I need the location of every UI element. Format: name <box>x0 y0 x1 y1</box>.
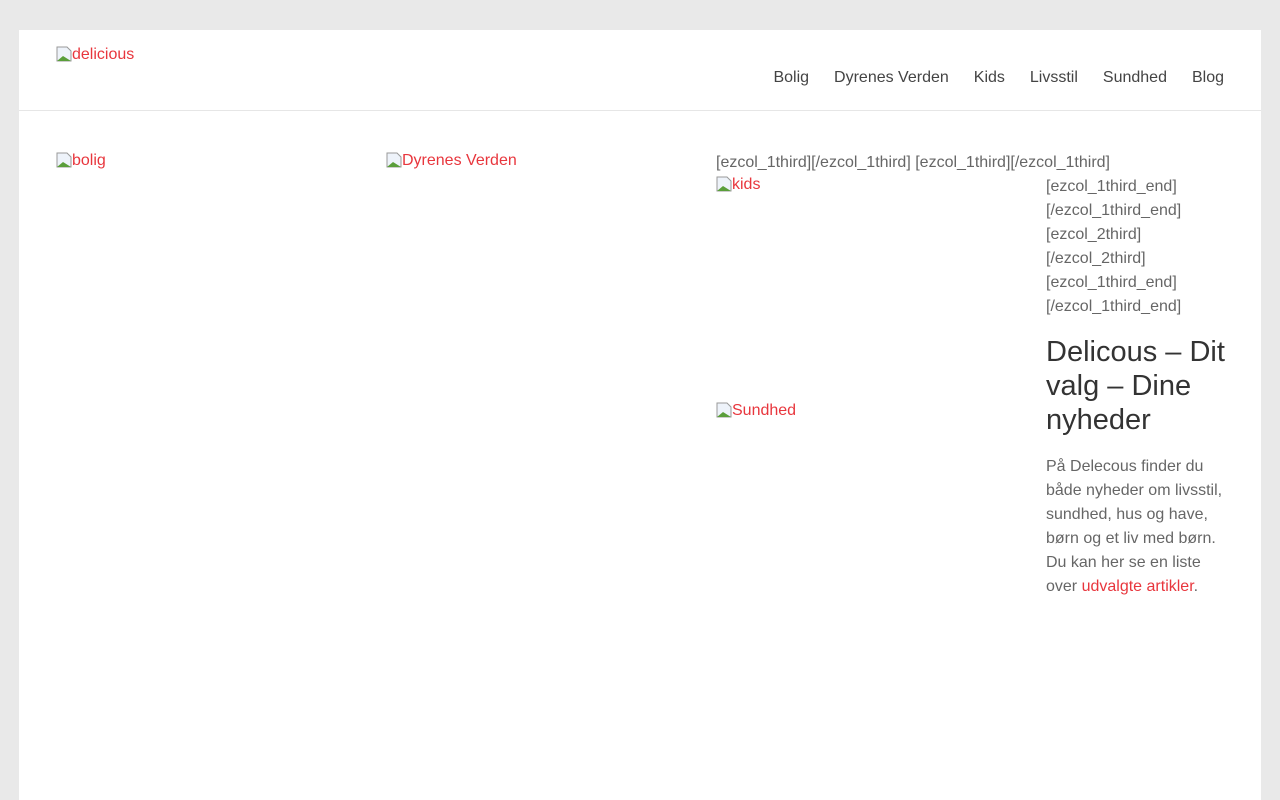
intro-paragraph: På Delecous finder du både nyheder om li… <box>1046 455 1226 599</box>
shortcode-line: [ezcol_2third] <box>1046 226 1142 243</box>
nav-livsstil[interactable]: Livsstil <box>1030 69 1078 87</box>
site-header: delicious Bolig Dyrenes Verden Kids Livs… <box>19 30 1261 111</box>
bolig-image-link[interactable]: bolig <box>56 151 106 171</box>
broken-image-icon <box>56 152 72 168</box>
broken-image-icon <box>56 46 72 62</box>
broken-image-icon <box>386 152 402 168</box>
dyrenes-verden-alt-text: Dyrenes Verden <box>402 152 517 169</box>
intro-end: . <box>1193 578 1199 595</box>
sundhed-alt-text: Sundhed <box>732 402 797 419</box>
selected-articles-link[interactable]: udvalgte artikler <box>1082 578 1194 595</box>
page: delicious Bolig Dyrenes Verden Kids Livs… <box>19 30 1261 800</box>
shortcode-line: [/ezcol_2third] <box>1046 250 1146 267</box>
kids-alt-text: kids <box>732 176 761 193</box>
broken-image-icon <box>716 402 732 418</box>
nav-kids[interactable]: Kids <box>974 69 1005 87</box>
broken-image-icon <box>716 176 732 192</box>
shortcode-text: [ezcol_1third][/ezcol_1third] [ezcol_1th… <box>716 154 1110 171</box>
intro-text: På Delecous finder du både nyheder om li… <box>1046 458 1223 595</box>
dyrenes-verden-image-link[interactable]: Dyrenes Verden <box>386 151 517 171</box>
nav-blog[interactable]: Blog <box>1192 69 1224 87</box>
nav-dyrenes-verden[interactable]: Dyrenes Verden <box>834 69 949 87</box>
main-nav: Bolig Dyrenes Verden Kids Livsstil Sundh… <box>773 69 1224 87</box>
logo-link[interactable]: delicious <box>56 45 134 65</box>
shortcode-line: [/ezcol_1third_end] <box>1046 298 1182 315</box>
bolig-alt-text: bolig <box>72 152 106 169</box>
logo-alt-text: delicious <box>72 46 135 63</box>
nav-bolig[interactable]: Bolig <box>773 69 809 87</box>
intro-heading: Delicous – Dit valg – Dine nyheder <box>1046 336 1225 436</box>
shortcode-line: [/ezcol_1third_end] <box>1046 202 1182 219</box>
kids-image-link[interactable]: kids <box>716 175 760 195</box>
nav-sundhed[interactable]: Sundhed <box>1103 69 1167 87</box>
shortcode-line: [ezcol_1third_end] <box>1046 178 1177 195</box>
sidebar-column: [ezcol_1third_end] [/ezcol_1third_end] [… <box>1046 175 1226 599</box>
sundhed-image-link[interactable]: Sundhed <box>716 401 796 421</box>
shortcode-line: [ezcol_1third_end] <box>1046 274 1177 291</box>
